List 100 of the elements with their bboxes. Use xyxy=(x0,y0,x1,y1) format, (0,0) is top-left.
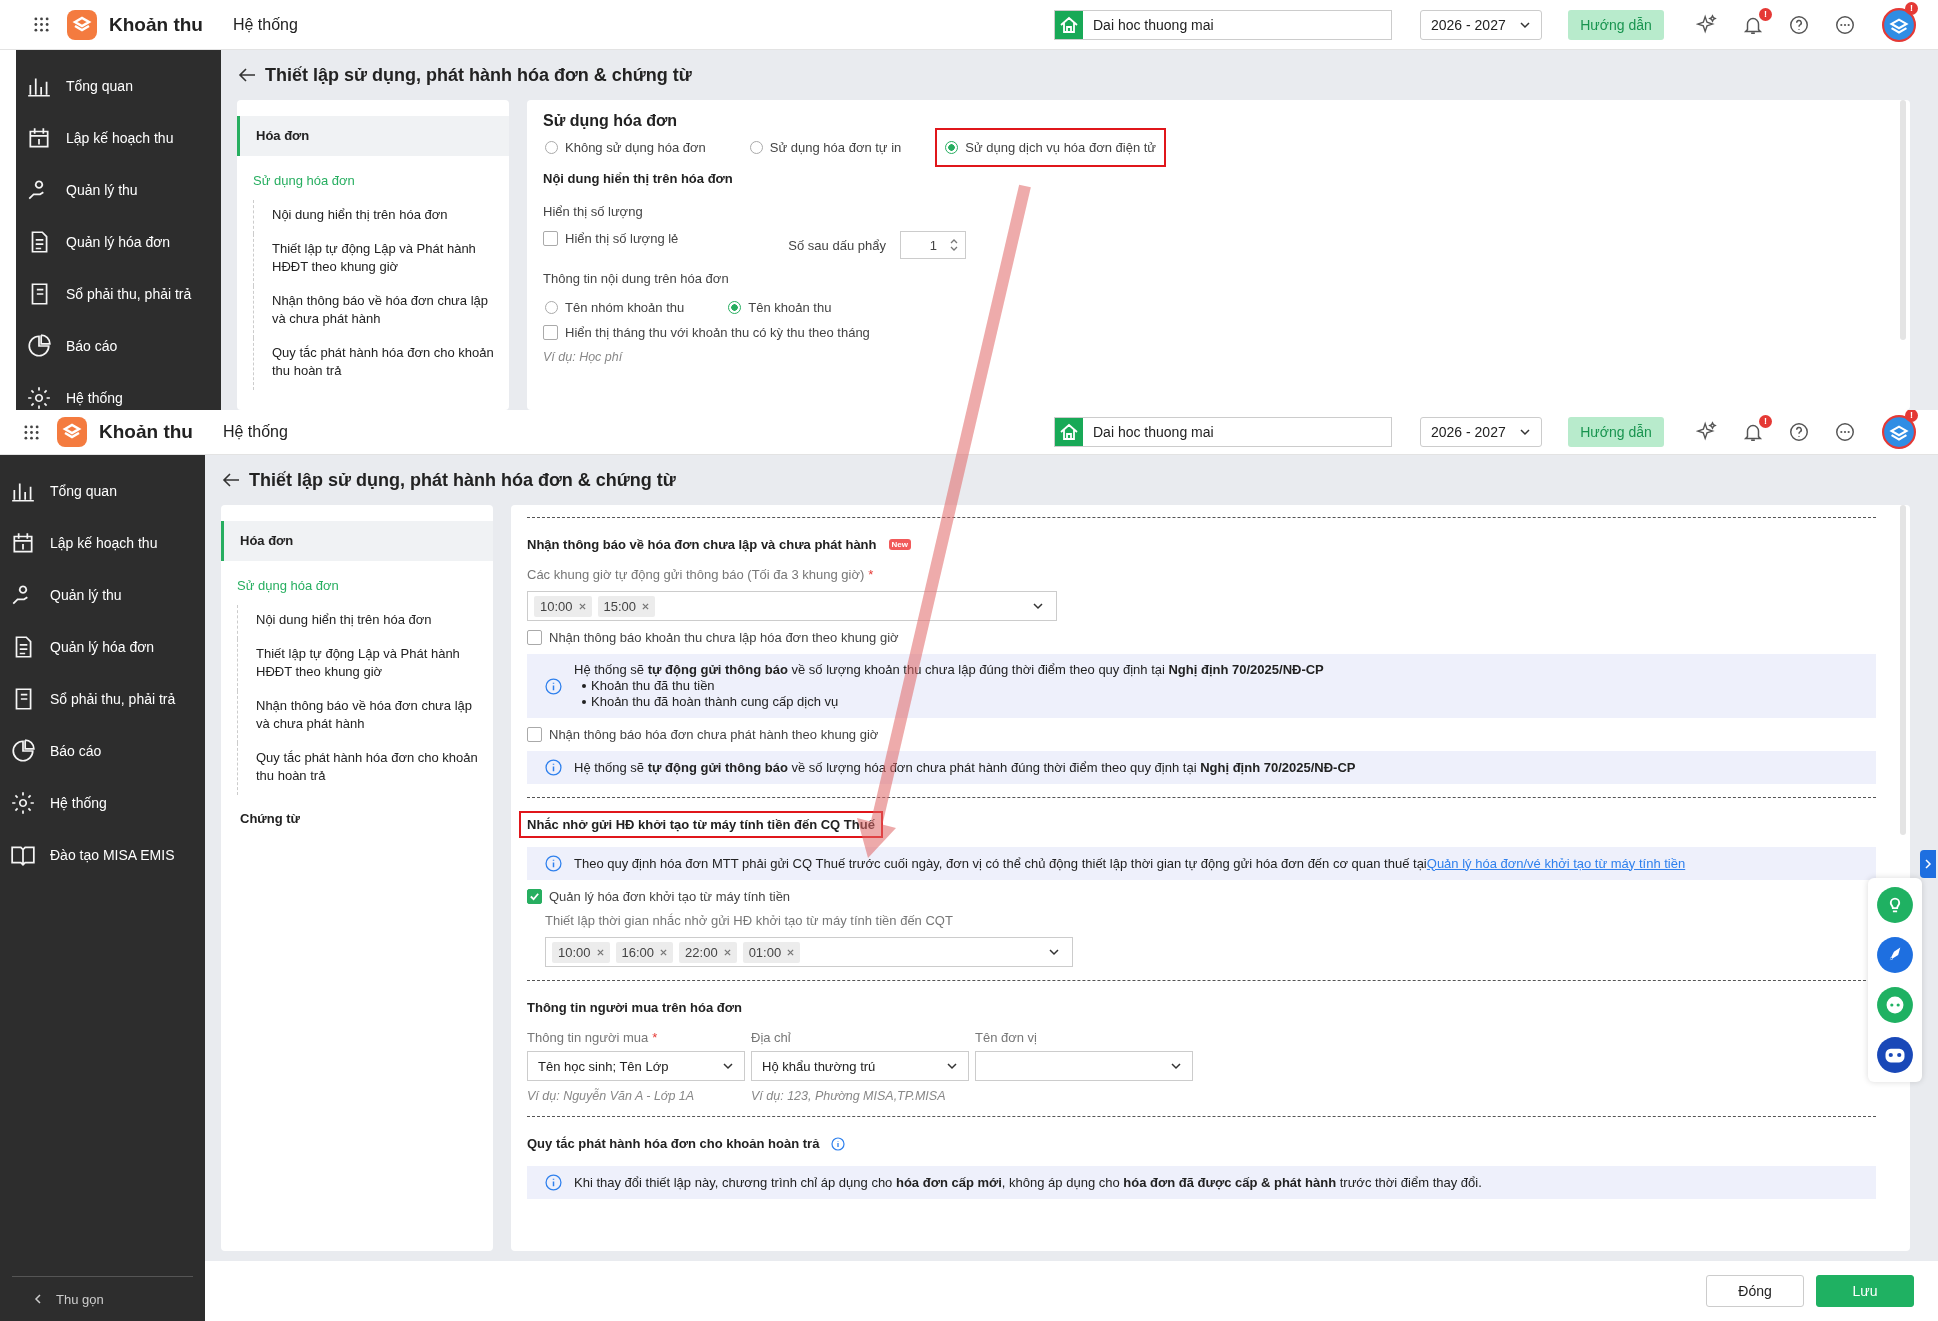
nav-group-item[interactable]: Hóa đơn xyxy=(221,521,493,561)
sidebar-item[interactable]: Quản lý thu xyxy=(0,569,205,621)
year-select[interactable]: 2026 - 2027 xyxy=(1420,417,1542,447)
year-select[interactable]: 2026 - 2027 xyxy=(1420,9,1542,40)
checkbox[interactable] xyxy=(543,231,558,246)
stepper-arrows-icon[interactable] xyxy=(948,237,959,253)
select-field[interactable]: Hộ khẩu thường trú xyxy=(751,1051,969,1081)
menu-link[interactable]: Hệ thống xyxy=(222,423,288,441)
field-label: Địa chỉ xyxy=(751,1030,791,1045)
notification-badge: ! xyxy=(1759,7,1772,21)
nav-item[interactable]: Nội dung hiển thị trên hóa đơn xyxy=(253,200,501,234)
radio-option[interactable]: Tên nhóm khoản thu xyxy=(535,288,695,327)
sparkle-icon[interactable] xyxy=(1696,421,1718,443)
more-icon[interactable] xyxy=(1834,421,1856,443)
time-tag: 16:00 xyxy=(615,941,674,963)
remove-icon[interactable] xyxy=(787,948,795,956)
nav-group-item[interactable]: Hóa đơn xyxy=(237,116,509,156)
nav-group-item[interactable]: Chứng từ xyxy=(221,799,493,839)
remove-icon[interactable] xyxy=(660,948,668,956)
chevron-down-icon xyxy=(1048,946,1060,958)
chevron-down-icon xyxy=(946,1060,958,1072)
time-select[interactable]: 10:00 15:00 xyxy=(527,591,1057,621)
sidebar-item[interactable]: Quản lý hóa đơn xyxy=(0,621,205,673)
sidebar-item[interactable]: Sổ phải thu, phải trả xyxy=(16,268,221,320)
sidebar-item[interactable]: Quản lý hóa đơn xyxy=(16,216,221,268)
school-field[interactable]: Dai hoc thuong mai xyxy=(1054,9,1392,40)
help-icon[interactable] xyxy=(1788,421,1810,443)
radio-option[interactable]: Sử dụng dịch vụ hóa đơn điện tử xyxy=(935,128,1167,167)
nav-item[interactable]: Nhận thông báo về hóa đơn chưa lập và chưa phát hành xyxy=(253,286,501,338)
time-select[interactable]: 10:00 16:00 22:00 01:00 xyxy=(545,937,1073,967)
sidebar-item[interactable]: Hệ thống xyxy=(0,777,205,829)
collapse-button[interactable]: Thu gọn xyxy=(12,1276,193,1321)
nav-item[interactable]: Quy tắc phát hành hóa đơn cho khoản thu hoàn trả xyxy=(237,743,485,795)
sidebar-item[interactable]: Báo cáo xyxy=(16,320,221,372)
page-title: Thiết lập sử dụng, phát hành hóa đơn & chứng từ xyxy=(249,469,676,491)
time-tag: 15:00 xyxy=(597,595,656,617)
checkbox[interactable] xyxy=(527,727,542,742)
school-field[interactable]: Dai hoc thuong mai xyxy=(1054,417,1392,447)
close-button[interactable]: Đóng xyxy=(1706,1275,1804,1307)
sidebar-item[interactable]: Đào tạo MISA EMIS xyxy=(0,829,205,881)
radio-option[interactable]: Không sử dụng hóa đơn xyxy=(535,128,716,167)
sidebar-item[interactable]: Tổng quan xyxy=(16,60,221,112)
sidebar-item[interactable]: Hệ thống xyxy=(16,372,221,410)
field-label: Tên đơn vị xyxy=(975,1030,1037,1045)
logo-icon xyxy=(57,417,87,447)
checkbox-option[interactable]: Nhận thông báo hóa đơn chưa phát hành theo khung giờ xyxy=(527,727,879,742)
checkbox-option[interactable]: Hiển thị số lượng lẻ xyxy=(543,231,679,246)
checkbox-option[interactable]: Quản lý hóa đơn khởi tạo từ máy tính tiền xyxy=(527,889,791,904)
number-field[interactable]: 1 xyxy=(899,231,966,259)
nav-item[interactable]: Nội dung hiển thị trên hóa đơn xyxy=(237,605,485,639)
scrollbar[interactable] xyxy=(1900,505,1906,835)
select-field[interactable]: Tên học sinh; Tên Lớp xyxy=(527,1051,745,1081)
checkbox-option[interactable]: Nhận thông báo khoản thu chưa lập hóa đơn theo khung giờ xyxy=(527,630,899,645)
app-grid-icon[interactable] xyxy=(34,17,49,32)
chevron-down-icon xyxy=(722,1060,734,1072)
section-heading: Thông tin người mua trên hóa đơn xyxy=(526,999,743,1017)
info-icon xyxy=(545,759,562,776)
more-icon[interactable] xyxy=(1834,13,1856,36)
radio-option[interactable]: Tên khoản thu xyxy=(718,288,842,327)
checkbox[interactable] xyxy=(543,325,558,340)
select-field[interactable] xyxy=(975,1051,1193,1081)
avatar-icon[interactable] xyxy=(1882,415,1916,449)
radio-icon[interactable] xyxy=(945,141,959,154)
nav-item[interactable]: Nhận thông báo về hóa đơn chưa lập và chưa phát hành xyxy=(237,691,485,743)
sidebar-item[interactable]: Sổ phải thu, phải trả xyxy=(0,673,205,725)
remove-icon[interactable] xyxy=(642,602,650,610)
sidebar-item[interactable]: Lập kế hoạch thu xyxy=(0,517,205,569)
chat-bot-icon[interactable] xyxy=(1876,986,1914,1024)
sidebar-item[interactable]: Lập kế hoạch thu xyxy=(16,112,221,164)
pie-chart-icon xyxy=(10,738,36,764)
scrollbar[interactable] xyxy=(1900,100,1906,340)
checkbox[interactable] xyxy=(527,630,542,645)
app-name: Khoản thu xyxy=(109,13,203,36)
sidebar-item[interactable]: Quản lý thu xyxy=(16,164,221,216)
radio-option[interactable]: Sử dụng hóa đơn tự in xyxy=(739,128,912,167)
lightbulb-icon[interactable] xyxy=(1876,886,1914,924)
help-icon[interactable] xyxy=(1788,13,1810,36)
checkbox-option[interactable]: Hiển thị tháng thu với khoản thu có kỳ thu theo tháng xyxy=(543,325,870,340)
robot-icon[interactable] xyxy=(1876,1036,1914,1074)
nav-item[interactable]: Quy tắc phát hành hóa đơn cho khoản thu hoàn trả xyxy=(253,338,501,390)
remove-icon[interactable] xyxy=(596,948,604,956)
nav-item[interactable]: Thiết lập tự động Lập và Phát hành HĐĐT theo khung giờ xyxy=(253,234,501,286)
gear-icon xyxy=(10,790,36,816)
remove-icon[interactable] xyxy=(723,948,731,956)
required-mark: * xyxy=(868,567,874,582)
radio-icon[interactable] xyxy=(728,301,742,314)
checkbox[interactable] xyxy=(527,889,542,904)
app-grid-icon[interactable] xyxy=(24,424,39,440)
sidebar-item[interactable]: Báo cáo xyxy=(0,725,205,777)
remove-icon[interactable] xyxy=(578,602,586,610)
settings-link[interactable]: Quản lý hóa đơn/vé khởi tạo từ máy tính tiền xyxy=(1426,855,1686,871)
home-icon xyxy=(1055,10,1083,39)
nav-item[interactable]: Thiết lập tự động Lập và Phát hành HĐĐT theo khung giờ xyxy=(237,639,485,691)
menu-link[interactable]: Hệ thống xyxy=(232,15,298,34)
logo-icon xyxy=(67,9,97,40)
avatar-icon[interactable] xyxy=(1882,7,1916,42)
sparkle-icon[interactable] xyxy=(1696,13,1718,36)
field-label: Số sau dấu phẩy xyxy=(788,237,886,253)
sidebar-item[interactable]: Tổng quan xyxy=(0,465,205,517)
expand-tab[interactable] xyxy=(1920,850,1936,878)
